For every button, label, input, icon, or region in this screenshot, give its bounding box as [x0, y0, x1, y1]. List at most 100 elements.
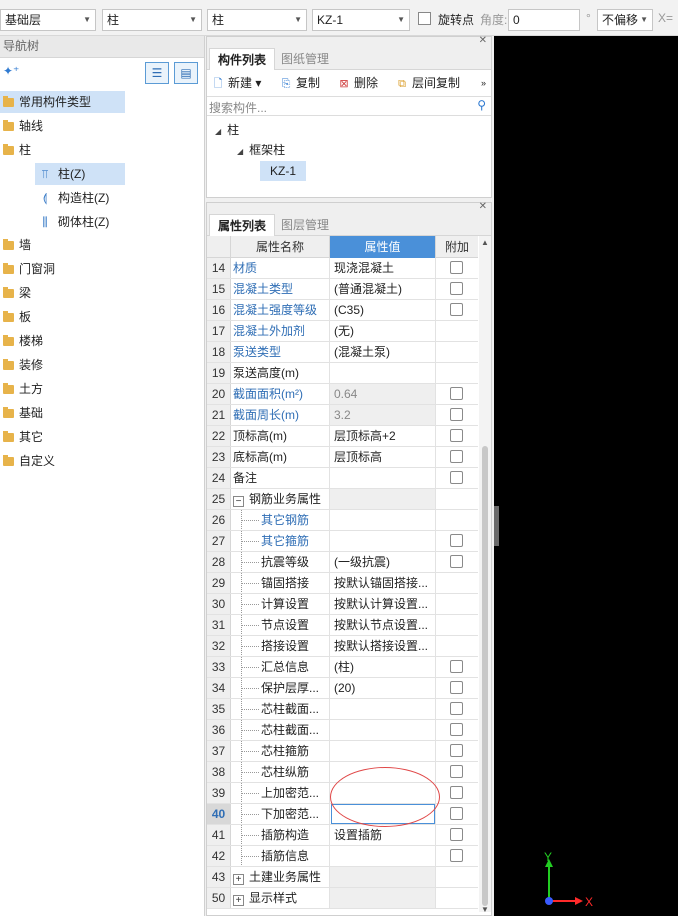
property-value[interactable] [330, 468, 436, 488]
sparkle-icon[interactable]: ✦⁺ [3, 64, 19, 78]
property-row[interactable]: 43 + 土建业务属性 [207, 867, 478, 888]
card-view-icon[interactable]: ▤ [174, 62, 198, 84]
property-row[interactable]: 22 顶标高(m) 层顶标高+2 [207, 426, 478, 447]
property-row[interactable]: 25− 钢筋业务属性 [207, 489, 478, 510]
property-value[interactable] [330, 363, 436, 383]
property-row[interactable]: 41 插筋构造 设置插筋 [207, 825, 478, 846]
property-value[interactable]: 按默认锚固搭接... [330, 573, 436, 593]
nav-item-stairs[interactable]: 楼梯 [3, 330, 43, 352]
property-value[interactable] [330, 699, 436, 719]
collapse-icon[interactable]: − [233, 496, 244, 507]
property-value[interactable] [330, 531, 436, 551]
add-checkbox[interactable] [450, 744, 463, 757]
property-row[interactable]: 37 芯柱箍筋 [207, 741, 478, 762]
property-scrollbar[interactable]: ▲ ▼ [479, 236, 491, 914]
nav-item-door-window[interactable]: 门窗洞 [3, 258, 55, 280]
property-row[interactable]: 15 混凝土类型 (普通混凝土) [207, 279, 478, 300]
panel-splitter-handle[interactable] [494, 506, 499, 546]
property-value[interactable]: 0.64 [330, 384, 436, 404]
nav-item-foundation[interactable]: 基础 [3, 402, 43, 424]
property-row[interactable]: 23 底标高(m) 层顶标高 [207, 447, 478, 468]
property-row[interactable]: 24 备注 [207, 468, 478, 489]
property-row[interactable]: 21 截面周长(m) 3.2 [207, 405, 478, 426]
expand-triangle-icon[interactable]: ◢ [237, 147, 243, 156]
property-value[interactable] [330, 720, 436, 740]
nav-item-slab[interactable]: 板 [3, 306, 31, 328]
add-checkbox[interactable] [450, 765, 463, 778]
add-checkbox[interactable] [450, 450, 463, 463]
property-value[interactable] [330, 867, 436, 887]
property-value[interactable]: 层顶标高 [330, 447, 436, 467]
nav-item-beam[interactable]: 梁 [3, 282, 31, 304]
property-value[interactable]: 按默认搭接设置... [330, 636, 436, 656]
rotate-point-checkbox[interactable] [418, 12, 431, 25]
property-row[interactable]: 30 计算设置 按默认计算设置... [207, 594, 478, 615]
close-icon[interactable]: ✕ [479, 201, 487, 212]
add-checkbox[interactable] [450, 408, 463, 421]
property-row[interactable]: 32 搭接设置 按默认搭接设置... [207, 636, 478, 657]
property-row[interactable]: 36 芯柱截面... [207, 720, 478, 741]
property-value[interactable]: (普通混凝土) [330, 279, 436, 299]
nav-item-decoration[interactable]: 装修 [3, 354, 43, 376]
add-checkbox[interactable] [450, 282, 463, 295]
tab-component-list[interactable]: 构件列表 [209, 48, 276, 70]
add-checkbox[interactable] [450, 471, 463, 484]
nav-item-column-z[interactable]: ⫪ 柱(Z) [35, 163, 125, 185]
add-checkbox[interactable] [450, 303, 463, 316]
property-row[interactable]: 17 混凝土外加剂 (无) [207, 321, 478, 342]
property-value[interactable] [330, 888, 436, 908]
add-checkbox[interactable] [450, 807, 463, 820]
property-row[interactable]: 26 其它钢筋 [207, 510, 478, 531]
tab-property-list[interactable]: 属性列表 [209, 214, 276, 236]
property-value[interactable]: 现浇混凝土 [330, 258, 436, 278]
nav-item-constructional-column[interactable]: ⟬ 构造柱(Z) [38, 187, 110, 209]
add-checkbox[interactable] [450, 681, 463, 694]
add-checkbox[interactable] [450, 849, 463, 862]
add-checkbox[interactable] [450, 261, 463, 274]
property-row[interactable]: 19 泵送高度(m) [207, 363, 478, 384]
search-input[interactable]: 搜索构件... [209, 99, 267, 116]
property-value[interactable]: (无) [330, 321, 436, 341]
property-value[interactable] [330, 489, 436, 509]
expand-icon[interactable]: + [233, 895, 244, 906]
property-value[interactable] [330, 510, 436, 530]
offset-select[interactable]: 不偏移 ▼ [597, 9, 653, 31]
add-checkbox[interactable] [450, 702, 463, 715]
nav-item-other[interactable]: 其它 [3, 426, 43, 448]
add-checkbox[interactable] [450, 555, 463, 568]
scroll-up-icon[interactable]: ▲ [481, 238, 489, 247]
search-icon[interactable]: ⚲ [477, 98, 486, 112]
category-select[interactable]: 柱 ▼ [102, 9, 202, 31]
property-row[interactable]: 28 抗震等级 (一级抗震) [207, 552, 478, 573]
nav-item-common[interactable]: 常用构件类型 [0, 91, 125, 113]
property-value[interactable]: (C35) [330, 300, 436, 320]
add-checkbox[interactable] [450, 429, 463, 442]
tab-drawing-management[interactable]: 图纸管理 [273, 48, 337, 70]
property-row[interactable]: 29 锚固搭接 按默认锚固搭接... [207, 573, 478, 594]
nav-item-column[interactable]: 柱 [3, 139, 31, 161]
property-value[interactable]: (一级抗震) [330, 552, 436, 572]
property-row[interactable]: 35 芯柱截面... [207, 699, 478, 720]
property-value[interactable] [330, 846, 436, 866]
property-value[interactable]: 设置插筋 [330, 825, 436, 845]
property-row[interactable]: 14 材质 现浇混凝土 [207, 258, 478, 279]
nav-item-custom[interactable]: 自定义 [3, 450, 55, 472]
close-icon[interactable]: ✕ [479, 35, 487, 46]
tree-node-kz1[interactable]: KZ-1 [260, 161, 307, 181]
floor-select[interactable]: 基础层 ▼ [0, 9, 96, 31]
component-select[interactable]: KZ-1 ▼ [312, 9, 410, 31]
tree-node-frame-column[interactable]: ◢ 框架柱 [237, 140, 285, 160]
property-row[interactable]: 20 截面面积(m²) 0.64 [207, 384, 478, 405]
angle-input[interactable]: 0 [508, 9, 580, 31]
property-value[interactable]: (20) [330, 678, 436, 698]
component-search[interactable]: 搜索构件... ⚲ [207, 96, 491, 116]
property-row[interactable]: 27 其它箍筋 [207, 531, 478, 552]
tab-layer-management[interactable]: 图层管理 [273, 214, 337, 236]
more-icon[interactable]: » [481, 74, 486, 92]
property-row[interactable]: 31 节点设置 按默认节点设置... [207, 615, 478, 636]
expand-icon[interactable]: + [233, 874, 244, 885]
scrollbar-thumb[interactable] [482, 446, 488, 906]
new-button[interactable]: 🗋 新建 ▾ [211, 74, 262, 92]
property-value[interactable]: 按默认计算设置... [330, 594, 436, 614]
expand-triangle-icon[interactable]: ◢ [215, 127, 221, 136]
